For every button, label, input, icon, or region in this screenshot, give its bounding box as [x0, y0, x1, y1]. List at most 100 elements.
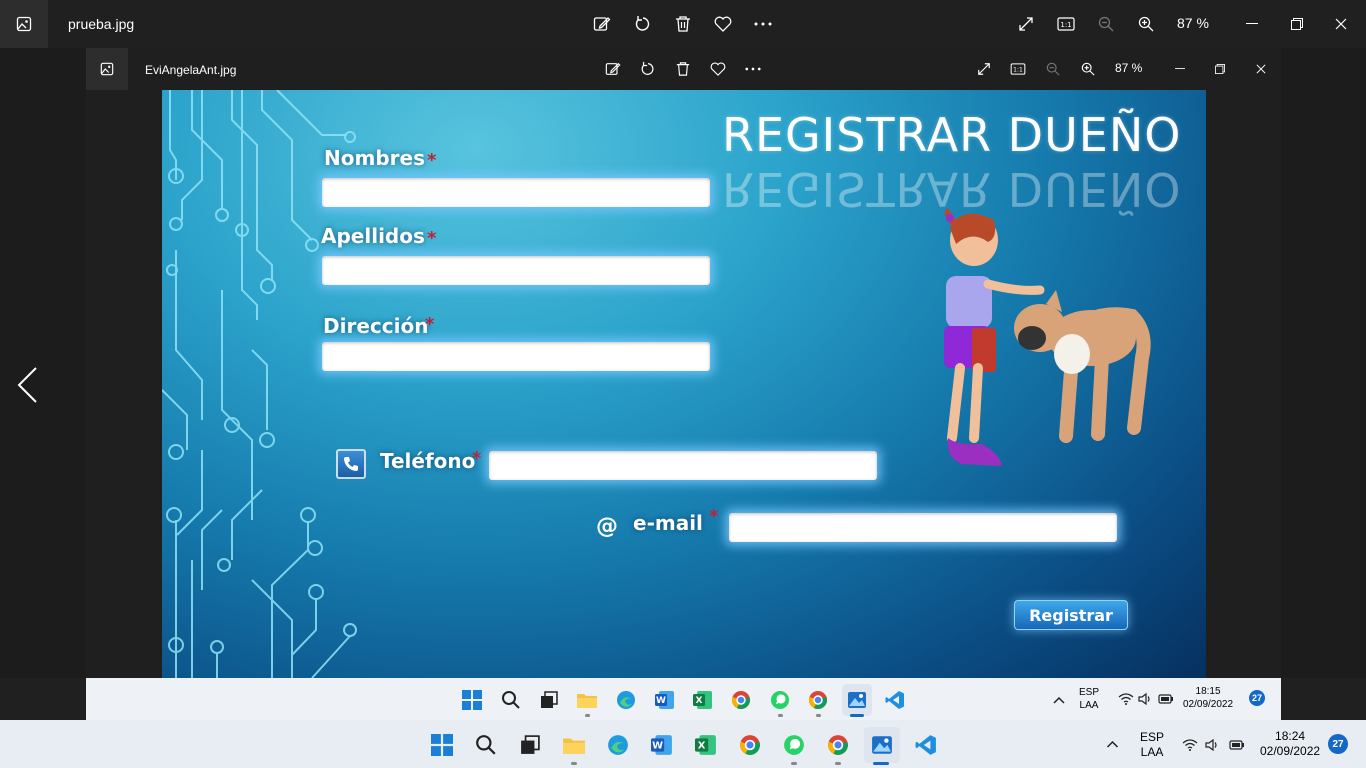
photos-icon[interactable]: [864, 727, 900, 763]
svg-text:W: W: [652, 740, 663, 751]
chrome-icon[interactable]: [737, 732, 763, 758]
svg-text:X: X: [696, 696, 703, 706]
word-icon[interactable]: W: [649, 732, 675, 758]
fullscreen-icon[interactable]: [1016, 14, 1036, 34]
delete-icon[interactable]: [673, 14, 693, 34]
excel-icon[interactable]: X: [693, 732, 719, 758]
telefono-input[interactable]: [489, 451, 877, 480]
required-marker: *: [425, 314, 435, 335]
at-icon: @: [596, 514, 618, 539]
chrome-profile-icon[interactable]: [825, 732, 851, 758]
zoom-out-icon[interactable]: [1096, 14, 1116, 34]
chevron-up-icon[interactable]: [1102, 734, 1122, 754]
favorite-icon[interactable]: [713, 14, 733, 34]
photo-icon: [86, 48, 128, 90]
chrome-icon[interactable]: [729, 688, 753, 712]
wifi-icon[interactable]: [1180, 735, 1200, 755]
running-indicator: [816, 714, 821, 717]
volume-icon[interactable]: [1136, 690, 1154, 708]
file-explorer-icon[interactable]: [561, 732, 587, 758]
more-icon[interactable]: [753, 14, 773, 34]
left-pane: [0, 48, 86, 678]
minimize-icon[interactable]: [1242, 14, 1262, 34]
zoom-in-icon[interactable]: [1136, 14, 1156, 34]
active-indicator: [850, 714, 864, 717]
zoom-in-icon[interactable]: [1079, 60, 1097, 78]
close-icon[interactable]: [1252, 60, 1270, 78]
battery-icon[interactable]: [1157, 690, 1175, 708]
actual-size-icon[interactable]: 1:1: [1056, 14, 1076, 34]
battery-icon[interactable]: [1227, 735, 1247, 755]
clock[interactable]: 18:15 02/09/2022: [1183, 686, 1233, 711]
running-indicator: [778, 714, 783, 717]
delete-icon[interactable]: [674, 60, 692, 78]
chevron-up-icon[interactable]: [1049, 690, 1069, 710]
svg-text:X: X: [698, 740, 706, 751]
telefono-label: Teléfono: [380, 449, 476, 473]
close-icon[interactable]: [1331, 14, 1351, 34]
edge-icon[interactable]: [605, 732, 631, 758]
outer-title-bar: prueba.jpg 1:1 87 %: [0, 0, 1366, 48]
start-icon[interactable]: [460, 688, 484, 712]
file-explorer-icon[interactable]: [575, 688, 599, 712]
volume-icon[interactable]: [1202, 735, 1222, 755]
search-icon[interactable]: [473, 732, 499, 758]
photos-icon[interactable]: [842, 684, 872, 716]
notification-badge[interactable]: 27: [1249, 690, 1265, 706]
whatsapp-icon[interactable]: [781, 732, 807, 758]
edit-icon[interactable]: [604, 60, 622, 78]
start-icon[interactable]: [429, 732, 455, 758]
favorite-icon[interactable]: [709, 60, 727, 78]
task-view-icon[interactable]: [537, 688, 561, 712]
svg-text:W: W: [656, 696, 666, 706]
nombres-label: Nombres: [324, 146, 425, 170]
email-label: e-mail: [633, 511, 703, 535]
photo-icon: [0, 0, 48, 48]
apellidos-input[interactable]: [322, 256, 710, 285]
more-icon[interactable]: [744, 60, 762, 78]
vscode-icon[interactable]: [913, 732, 939, 758]
notification-badge[interactable]: 27: [1328, 734, 1348, 754]
vscode-icon[interactable]: [883, 688, 907, 712]
inner-taskbar: W X ESP LAA 18:15 02/09/2022 27: [86, 678, 1281, 720]
fullscreen-icon[interactable]: [975, 60, 993, 78]
svg-text:1:1: 1:1: [1013, 67, 1023, 74]
wifi-icon[interactable]: [1117, 690, 1135, 708]
rotate-icon[interactable]: [639, 60, 657, 78]
minimize-icon[interactable]: [1171, 60, 1189, 78]
actual-size-icon[interactable]: 1:1: [1009, 60, 1027, 78]
email-input[interactable]: [729, 513, 1117, 542]
previous-image-icon[interactable]: [16, 366, 38, 408]
chrome-profile-icon[interactable]: [806, 688, 830, 712]
word-icon[interactable]: W: [653, 688, 677, 712]
phone-icon: [336, 449, 366, 479]
displayed-photo: REGISTRAR DUEÑO REGISTRAR DUEÑO Nombres …: [162, 90, 1206, 678]
window-title: prueba.jpg: [68, 16, 135, 32]
girl-and-dog-illustration: [944, 208, 1151, 466]
edit-icon[interactable]: [592, 14, 612, 34]
running-indicator: [791, 762, 797, 765]
inner-window-title: EviAngelaAnt.jpg: [145, 63, 237, 77]
maximize-icon[interactable]: [1287, 14, 1307, 34]
zoom-level: 87 %: [1115, 61, 1143, 75]
outer-taskbar: W X ESP LAA 18:24 02/09/2022 27: [0, 720, 1366, 768]
language-indicator[interactable]: ESP LAA: [1079, 687, 1099, 712]
direccion-input[interactable]: [322, 342, 710, 371]
search-icon[interactable]: [499, 688, 523, 712]
whatsapp-icon[interactable]: [768, 688, 792, 712]
running-indicator: [585, 714, 590, 717]
task-view-icon[interactable]: [517, 732, 543, 758]
rotate-icon[interactable]: [633, 14, 653, 34]
zoom-level: 87 %: [1177, 15, 1209, 31]
svg-text:1:1: 1:1: [1060, 21, 1071, 29]
clock[interactable]: 18:24 02/09/2022: [1260, 729, 1320, 759]
maximize-icon[interactable]: [1211, 60, 1229, 78]
required-marker: *: [709, 506, 719, 527]
nombres-input[interactable]: [322, 178, 710, 207]
edge-icon[interactable]: [614, 688, 638, 712]
register-button[interactable]: Registrar: [1014, 600, 1128, 630]
running-indicator: [571, 762, 577, 765]
language-indicator[interactable]: ESP LAA: [1140, 730, 1164, 760]
excel-icon[interactable]: X: [691, 688, 715, 712]
zoom-out-icon[interactable]: [1044, 60, 1062, 78]
